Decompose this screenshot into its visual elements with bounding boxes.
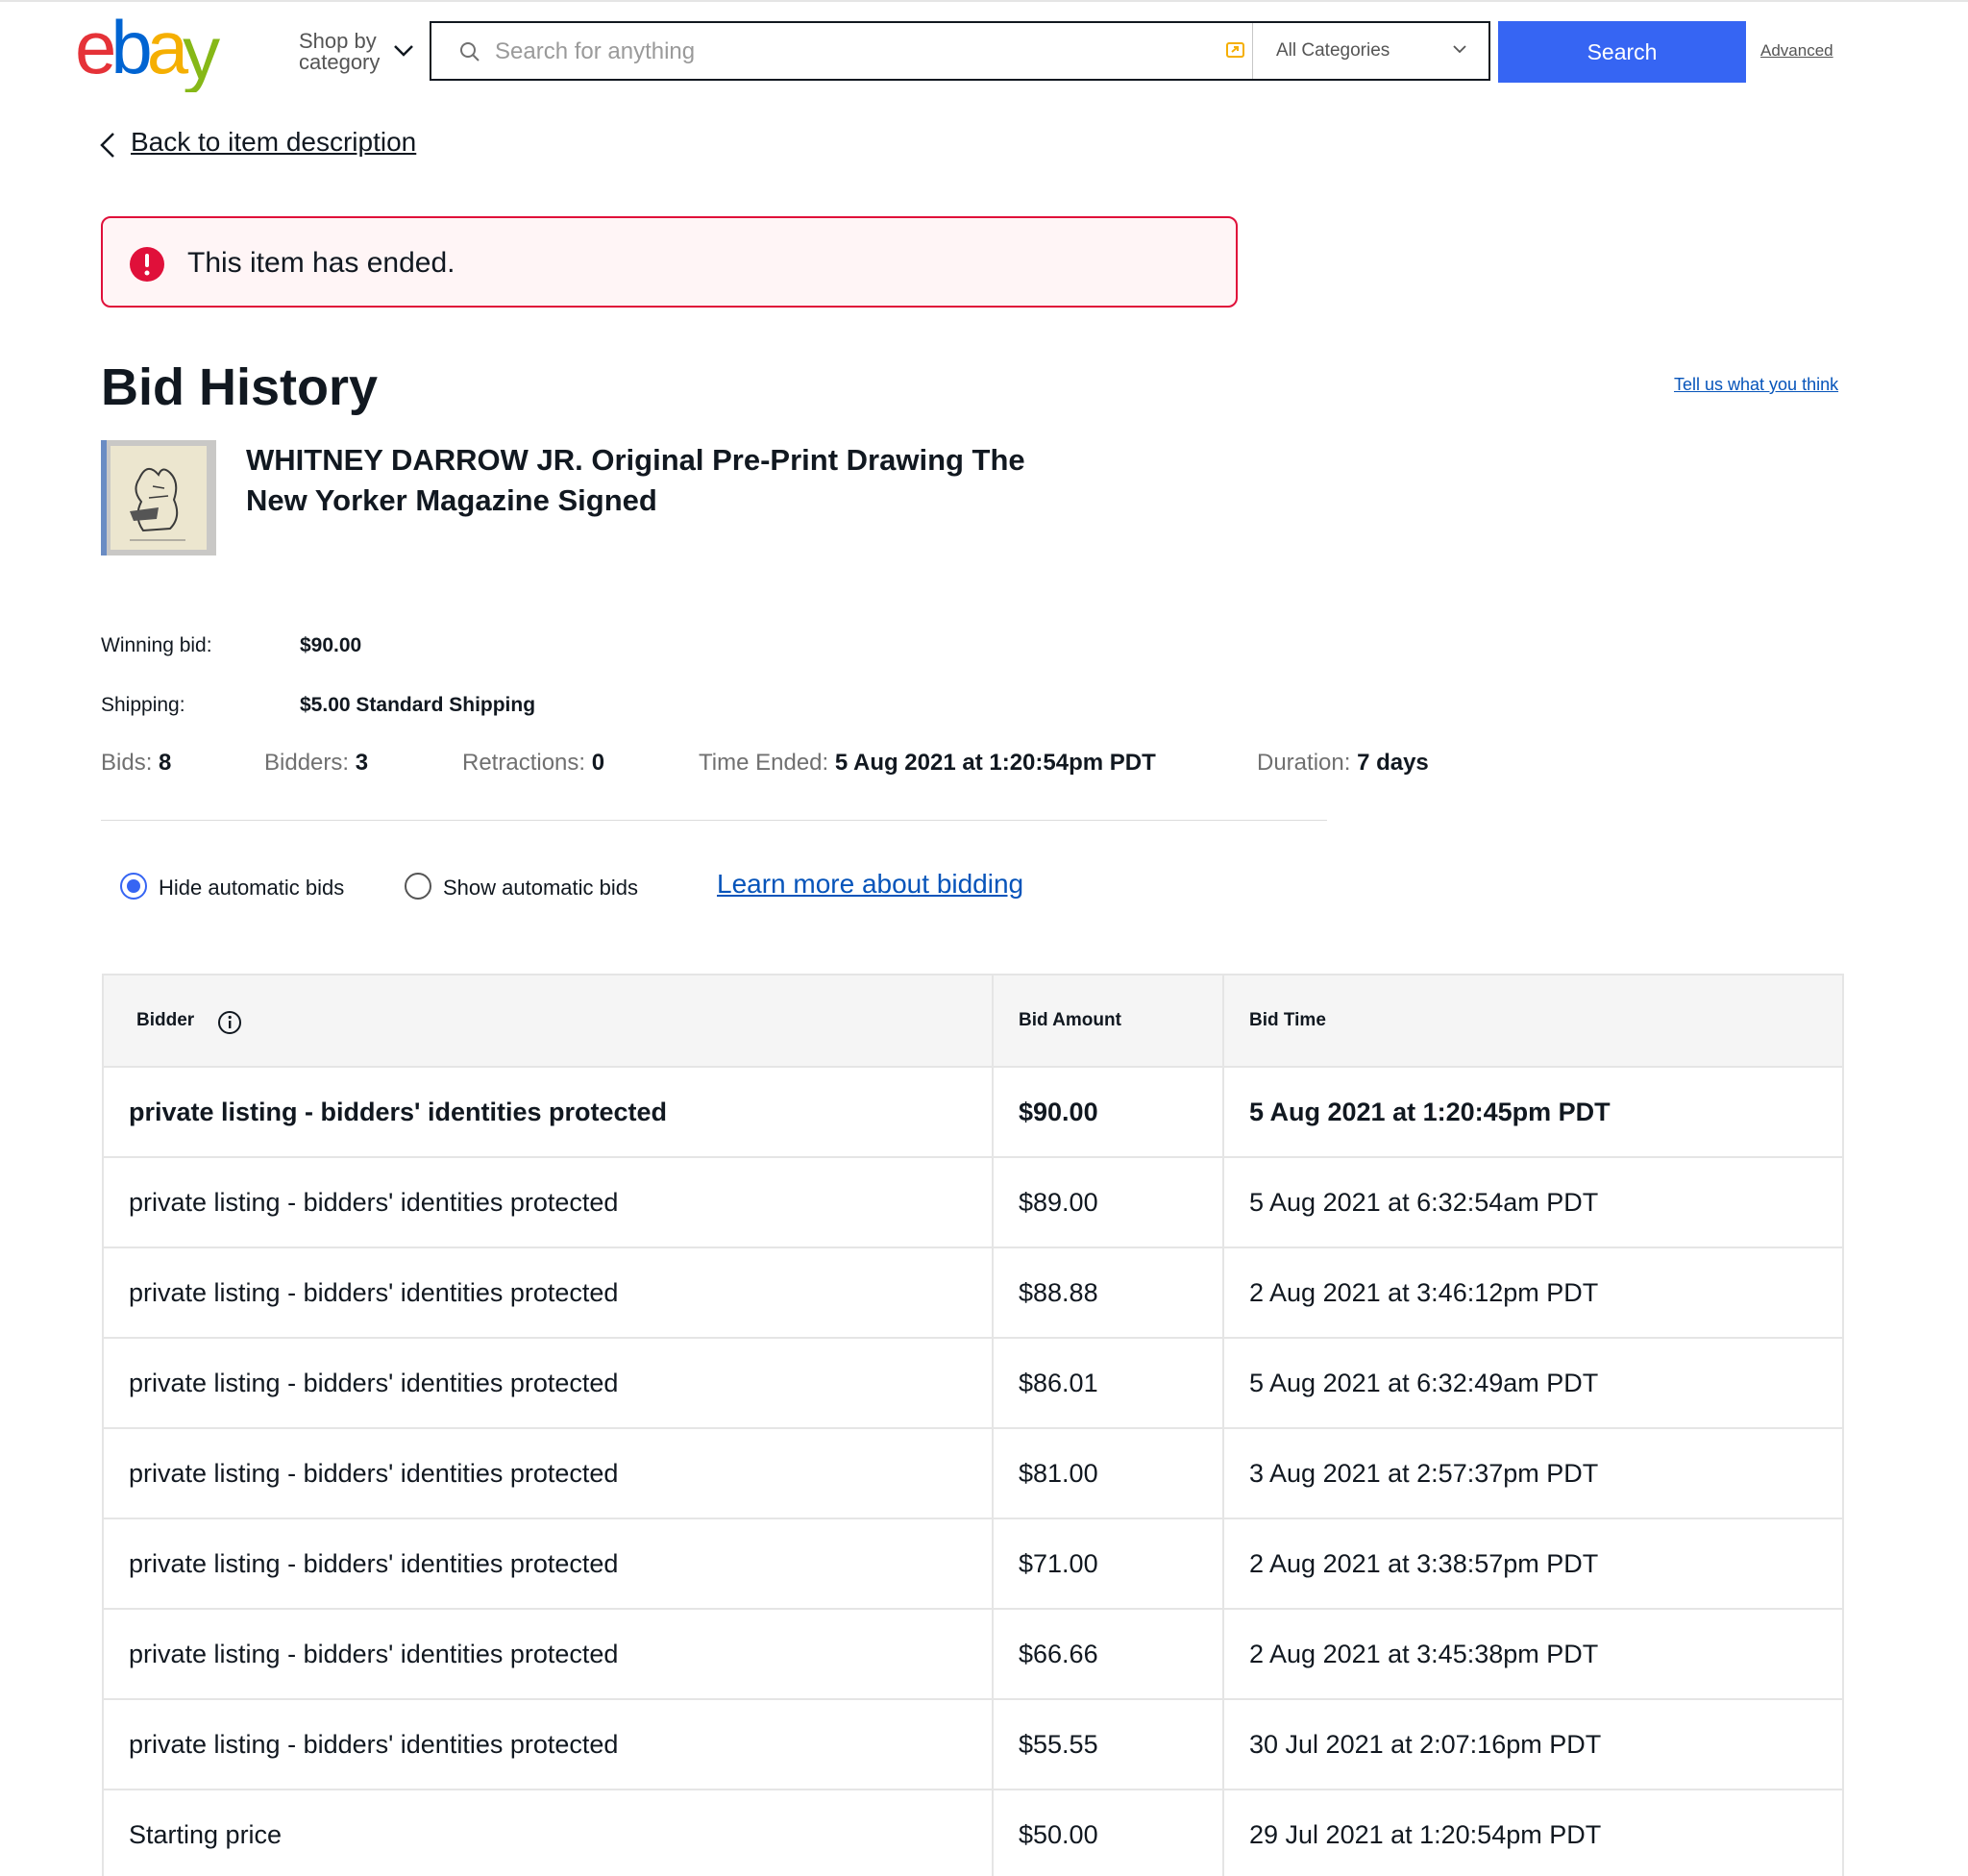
bidder-cell: private listing - bidders' identities pr… [102,1337,994,1429]
bid-amount-cell: $86.01 [992,1337,1224,1429]
shipping-label: Shipping: [101,694,185,716]
bidder-cell: private listing - bidders' identities pr… [102,1427,994,1519]
camera-icon[interactable] [1225,40,1246,60]
page-title: Bid History [101,358,379,416]
item-thumbnail[interactable] [101,440,216,555]
info-icon[interactable] [217,1010,242,1035]
bid-amount-column-header: Bid Amount [992,974,1224,1068]
bid-amount-cell: $89.00 [992,1156,1224,1248]
search-button[interactable]: Search [1498,21,1746,83]
item-ended-alert: This item has ended. [101,216,1238,308]
svg-text:ebay: ebay [75,13,220,92]
bid-time-cell: 2 Aug 2021 at 3:45:38pm PDT [1222,1608,1844,1700]
bid-amount-cell: $81.00 [992,1427,1224,1519]
table-row: private listing - bidders' identities pr… [102,1608,1844,1700]
table-row: private listing - bidders' identities pr… [102,1066,1844,1158]
bid-time-cell: 29 Jul 2021 at 1:20:54pm PDT [1222,1789,1844,1876]
shop-by-category-button[interactable]: Shop by category [299,31,420,77]
table-row: Starting price $50.00 29 Jul 2021 at 1:2… [102,1789,1844,1876]
bidders-value: 3 [355,750,369,776]
back-link-text: Back to item description [131,127,417,157]
duration-stat: Duration: 7 days [1257,750,1429,777]
bid-amount-cell: $88.88 [992,1247,1224,1339]
table-header-row: Bidder Bid Amount Bid Time [102,974,1844,1068]
table-row: private listing - bidders' identities pr… [102,1337,1844,1429]
winning-bid-value: $90.00 [300,634,362,656]
alert-message: This item has ended. [187,247,455,279]
bidder-cell: private listing - bidders' identities pr… [102,1156,994,1248]
bidders-label: Bidders: [264,750,350,776]
bids-stat: Bids: 8 [101,750,171,777]
bidder-header-label: Bidder [136,1010,195,1031]
duration-value: 7 days [1357,750,1429,776]
radio-button-unchecked[interactable] [405,873,431,900]
bidder-cell: private listing - bidders' identities pr… [102,1066,994,1158]
bidder-cell: Starting price [102,1789,994,1876]
chevron-left-icon [100,133,114,158]
bid-time-cell: 5 Aug 2021 at 6:32:54am PDT [1222,1156,1844,1248]
bidder-cell: private listing - bidders' identities pr… [102,1608,994,1700]
category-select-value: All Categories [1276,40,1390,61]
ebay-logo[interactable]: ebay [75,5,254,95]
bid-amount-cell: $90.00 [992,1066,1224,1158]
bid-history-table: Bidder Bid Amount Bid Time private listi… [102,974,1844,1876]
bid-amount-cell: $50.00 [992,1789,1224,1876]
radio-button-checked[interactable] [120,873,147,900]
search-icon [460,42,480,62]
bid-amount-cell: $66.66 [992,1608,1224,1700]
bidder-cell: private listing - bidders' identities pr… [102,1518,994,1610]
bid-amount-cell: $71.00 [992,1518,1224,1610]
search-bar: All Categories [430,21,1490,81]
show-automatic-bids-label: Show automatic bids [443,876,638,900]
bid-time-cell: 2 Aug 2021 at 3:46:12pm PDT [1222,1247,1844,1339]
chevron-down-icon [1453,45,1466,54]
top-border [0,0,1968,2]
retractions-label: Retractions: [462,750,586,776]
bid-time-column-header: Bid Time [1222,974,1844,1068]
time-ended-value: 5 Aug 2021 at 1:20:54pm PDT [834,750,1156,776]
search-input[interactable] [493,33,1169,71]
bid-time-cell: 5 Aug 2021 at 1:20:45pm PDT [1222,1066,1844,1158]
bid-time-cell: 2 Aug 2021 at 3:38:57pm PDT [1222,1518,1844,1610]
bidder-cell: private listing - bidders' identities pr… [102,1247,994,1339]
table-row: private listing - bidders' identities pr… [102,1427,1844,1519]
shipping-value: $5.00 Standard Shipping [300,694,536,716]
bid-history-page: ebay Shop by category All Categories Sea… [0,0,1968,1876]
advanced-search-link[interactable]: Advanced [1760,41,1833,61]
bid-amount-cell: $55.55 [992,1698,1224,1790]
time-ended-stat: Time Ended: 5 Aug 2021 at 1:20:54pm PDT [699,750,1156,777]
bids-label: Bids: [101,750,153,776]
section-divider [101,820,1327,821]
table-row: private listing - bidders' identities pr… [102,1698,1844,1790]
retractions-value: 0 [591,750,605,776]
table-row: private listing - bidders' identities pr… [102,1247,1844,1339]
category-select[interactable]: All Categories [1252,23,1489,79]
item-title[interactable]: WHITNEY DARROW JR. Original Pre-Print Dr… [246,440,1092,521]
bidder-column-header: Bidder [102,974,994,1068]
table-row: private listing - bidders' identities pr… [102,1518,1844,1610]
hide-automatic-bids-label: Hide automatic bids [159,876,345,900]
winning-bid-label: Winning bid: [101,634,212,656]
chevron-down-icon [394,45,413,57]
bid-time-cell: 3 Aug 2021 at 2:57:37pm PDT [1222,1427,1844,1519]
bids-value: 8 [159,750,172,776]
bid-time-cell: 30 Jul 2021 at 2:07:16pm PDT [1222,1698,1844,1790]
table-row: private listing - bidders' identities pr… [102,1156,1844,1248]
learn-more-bidding-link[interactable]: Learn more about bidding [717,869,1023,900]
bidder-cell: private listing - bidders' identities pr… [102,1698,994,1790]
feedback-link[interactable]: Tell us what you think [1674,375,1838,395]
duration-label: Duration: [1257,750,1351,776]
retractions-stat: Retractions: 0 [462,750,604,777]
exclamation-icon [130,247,164,282]
bidders-stat: Bidders: 3 [264,750,368,777]
bid-time-cell: 5 Aug 2021 at 6:32:49am PDT [1222,1337,1844,1429]
shop-by-category-label: Shop by category [299,29,381,74]
time-ended-label: Time Ended: [699,750,829,776]
